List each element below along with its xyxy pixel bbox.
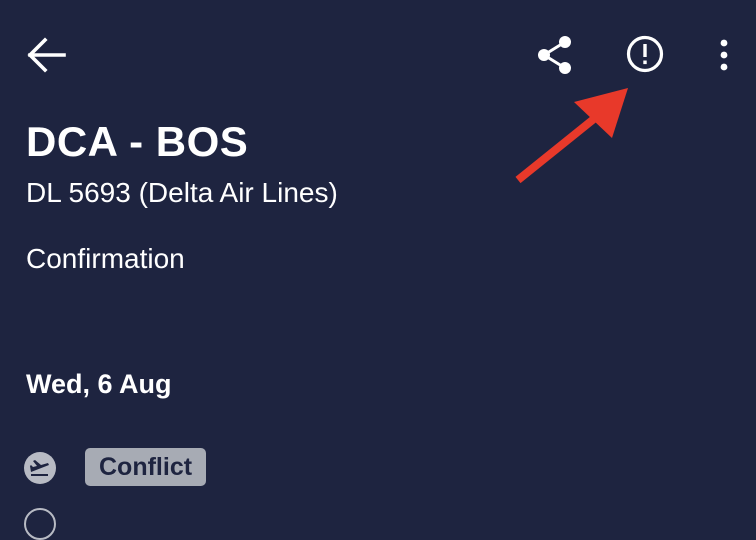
back-arrow-icon[interactable] (26, 36, 68, 74)
more-vert-icon[interactable] (712, 36, 736, 76)
flight-number: DL 5693 (Delta Air Lines) (26, 177, 338, 208)
airplane-icon (24, 452, 56, 484)
conflict-row[interactable]: Conflict (24, 448, 324, 486)
route-title: DCA - BOS (26, 118, 249, 165)
booking-status: Confirmation (26, 243, 185, 274)
conflict-badge[interactable]: Conflict (85, 448, 207, 486)
red-arrow-pointer (508, 80, 638, 190)
share-icon[interactable] (534, 34, 576, 76)
next-item-icon (24, 508, 56, 540)
report-issue-icon[interactable] (624, 33, 666, 75)
flight-date: Wed, 6 Aug (26, 369, 172, 399)
top-app-bar (0, 0, 756, 110)
